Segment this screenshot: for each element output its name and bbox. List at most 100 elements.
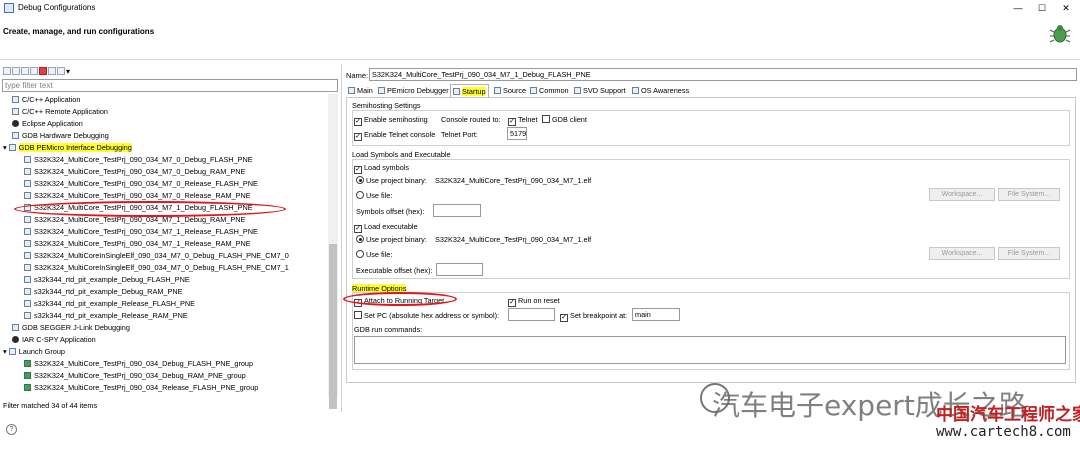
tree-config-item[interactable]: S32K324_MultiCore_TestPrj_090_034_M7_1_R… — [24, 226, 258, 238]
tree-item-label: Eclipse Application — [22, 119, 83, 128]
tree-item-label: S32K324_MultiCore_TestPrj_090_034_M7_0_R… — [34, 179, 258, 188]
tree-category[interactable]: ▾ GDB PEMicro Interface Debugging — [3, 142, 132, 154]
minimize-button[interactable]: — — [1006, 0, 1030, 16]
tree-config-item[interactable]: S32K324_MultiCore_TestPrj_090_034_M7_0_D… — [24, 154, 253, 166]
tab-label: Main — [357, 86, 373, 95]
tree-config-item[interactable]: S32K324_MultiCore_TestPrj_090_034_Debug_… — [24, 370, 246, 382]
gdb-client-checkbox[interactable]: GDB client — [542, 115, 587, 124]
symbols-workspace-button[interactable]: Workspace... — [929, 188, 995, 201]
debugger-tab-icon — [378, 87, 385, 94]
new-prototype-icon[interactable] — [12, 66, 20, 75]
gdb-run-commands-textarea[interactable] — [354, 336, 1066, 364]
console-routed-label: Console routed to: — [441, 115, 501, 124]
load-symbols-checkbox[interactable]: ✓ Load symbols — [354, 163, 409, 174]
tree-config-item[interactable]: s32k344_rtd_pit_example_Debug_FLASH_PNE — [24, 274, 190, 286]
tab-label: Common — [539, 86, 569, 95]
telnet-checkbox[interactable]: ✓ Telnet — [508, 115, 537, 126]
group-icon — [24, 360, 31, 367]
config-icon — [24, 180, 31, 187]
tree-category[interactable]: C/C++ Application — [12, 94, 80, 106]
config-icon — [24, 288, 31, 295]
telnet-port-input[interactable]: 5179 — [507, 127, 527, 140]
tree-item-label: S32K324_MultiCore_TestPrj_090_034_Releas… — [34, 383, 259, 392]
config-icon — [24, 168, 31, 175]
tree-config-item[interactable]: S32K324_MultiCore_TestPrj_090_034_M7_0_D… — [24, 166, 245, 178]
symbols-use-file-radio[interactable]: Use file: — [356, 191, 392, 200]
tab-label: Startup — [462, 87, 486, 96]
filter-icon[interactable] — [57, 66, 65, 75]
exec-filesystem-button[interactable]: File System... — [998, 247, 1060, 260]
tree-config-item[interactable]: S32K324_MultiCore_TestPrj_090_034_Debug_… — [24, 358, 253, 370]
tree-config-item[interactable]: s32k344_rtd_pit_example_Debug_RAM_PNE — [24, 286, 182, 298]
checkbox-label: Telnet — [518, 115, 538, 124]
set-pc-checkbox[interactable]: Set PC (absolute hex address or symbol): — [354, 311, 499, 320]
tree-item-label: S32K324_MultiCore_TestPrj_090_034_Debug_… — [34, 359, 254, 368]
radio-label: Use project binary: — [366, 235, 427, 244]
tab-svd-support[interactable]: SVD Support — [572, 84, 628, 97]
tab-startup[interactable]: Startup — [450, 84, 489, 97]
scrollbar-thumb[interactable] — [329, 244, 337, 409]
breakpoint-input[interactable]: main — [632, 308, 680, 321]
maximize-button[interactable]: ☐ — [1030, 0, 1054, 16]
tree-category[interactable]: IAR C-SPY Application — [12, 334, 96, 346]
duplicate-icon[interactable] — [30, 66, 38, 75]
exec-use-file-radio[interactable]: Use file: — [356, 250, 392, 259]
tree-category[interactable]: C/C++ Remote Application — [12, 106, 108, 118]
semihosting-title: Semihosting Settings — [352, 101, 421, 110]
tree-config-item[interactable]: S32K324_MultiCoreInSingleElf_090_034_M7_… — [24, 250, 289, 262]
tree-category[interactable]: GDB Hardware Debugging — [12, 130, 109, 142]
filter-status: Filter matched 34 of 44 items — [3, 401, 98, 410]
enable-semihosting-checkbox[interactable]: ✓ Enable semihosting — [354, 115, 428, 126]
tree-config-item[interactable]: s32k344_rtd_pit_example_Release_FLASH_PN… — [24, 298, 195, 310]
name-field[interactable]: S32K324_MultiCore_TestPrj_090_034_M7_1_D… — [369, 68, 1077, 81]
collapse-all-icon[interactable] — [48, 66, 56, 75]
config-icon — [24, 252, 31, 259]
delete-icon[interactable] — [39, 66, 47, 75]
help-icon[interactable]: ? — [6, 424, 17, 435]
check-icon: ✓ — [508, 299, 516, 307]
view-menu-icon[interactable]: ▾ — [66, 67, 72, 76]
tree-config-item[interactable]: S32K324_MultiCoreInSingleElf_090_034_M7_… — [24, 262, 289, 274]
tree-config-item[interactable]: S32K324_MultiCore_TestPrj_090_034_Releas… — [24, 382, 258, 394]
symbols-filesystem-button[interactable]: File System... — [998, 188, 1060, 201]
name-label: Name: — [346, 71, 369, 80]
tab-source[interactable]: Source — [492, 84, 528, 97]
watermark-site-name: 中国汽车工程师之家 — [936, 405, 1080, 425]
tree-config-item[interactable]: S32K324_MultiCore_TestPrj_090_034_M7_1_R… — [24, 238, 251, 250]
left-toolbar: ▾ — [3, 66, 73, 76]
run-on-reset-checkbox[interactable]: ✓ Run on reset — [508, 296, 560, 307]
new-config-icon[interactable] — [3, 66, 11, 75]
radio-icon — [356, 250, 364, 258]
tree-scrollbar[interactable] — [328, 94, 338, 409]
exec-project-binary-radio[interactable]: Use project binary: — [356, 235, 427, 244]
symbols-offset-input[interactable] — [433, 204, 481, 217]
gdb-hw-icon — [12, 132, 19, 139]
export-icon[interactable] — [21, 66, 29, 75]
exec-offset-input[interactable] — [436, 263, 483, 276]
tab-os-awareness[interactable]: OS Awareness — [630, 84, 691, 97]
tab-pemicro-debugger[interactable]: PEmicro Debugger — [376, 84, 451, 97]
symbols-project-binary-radio[interactable]: Use project binary: — [356, 176, 427, 185]
load-executable-checkbox[interactable]: ✓ Load executable — [354, 222, 418, 233]
tab-label: OS Awareness — [641, 86, 690, 95]
tree-category[interactable]: GDB SEGGER J-Link Debugging — [12, 322, 130, 334]
tree-category[interactable]: ▾ Launch Group — [3, 346, 65, 358]
filter-input[interactable]: type filter text — [2, 79, 338, 92]
startup-tab-icon — [453, 88, 460, 95]
tab-common[interactable]: Common — [528, 84, 571, 97]
radio-selected-icon — [356, 235, 364, 243]
config-tree: C/C++ Application C/C++ Remote Applicatio… — [2, 94, 328, 399]
telnet-console-checkbox[interactable]: ✓ Enable Telnet console — [354, 130, 435, 141]
config-icon — [24, 300, 31, 307]
set-pc-input[interactable] — [508, 308, 555, 321]
tree-item-label: s32k344_rtd_pit_example_Release_FLASH_PN… — [34, 299, 196, 308]
tree-config-item[interactable]: S32K324_MultiCore_TestPrj_090_034_M7_0_R… — [24, 178, 258, 190]
tree-category[interactable]: Eclipse Application — [12, 118, 83, 130]
close-button[interactable]: ✕ — [1054, 0, 1078, 16]
exec-workspace-button[interactable]: Workspace... — [929, 247, 995, 260]
tab-main[interactable]: Main — [346, 84, 375, 97]
radio-label: Use project binary: — [366, 176, 427, 185]
set-breakpoint-checkbox[interactable]: ✓ Set breakpoint at: — [560, 311, 627, 322]
tree-config-item[interactable]: s32k344_rtd_pit_example_Release_RAM_PNE — [24, 310, 188, 322]
tree-item-label: S32K324_MultiCoreInSingleElf_090_034_M7_… — [34, 263, 289, 272]
